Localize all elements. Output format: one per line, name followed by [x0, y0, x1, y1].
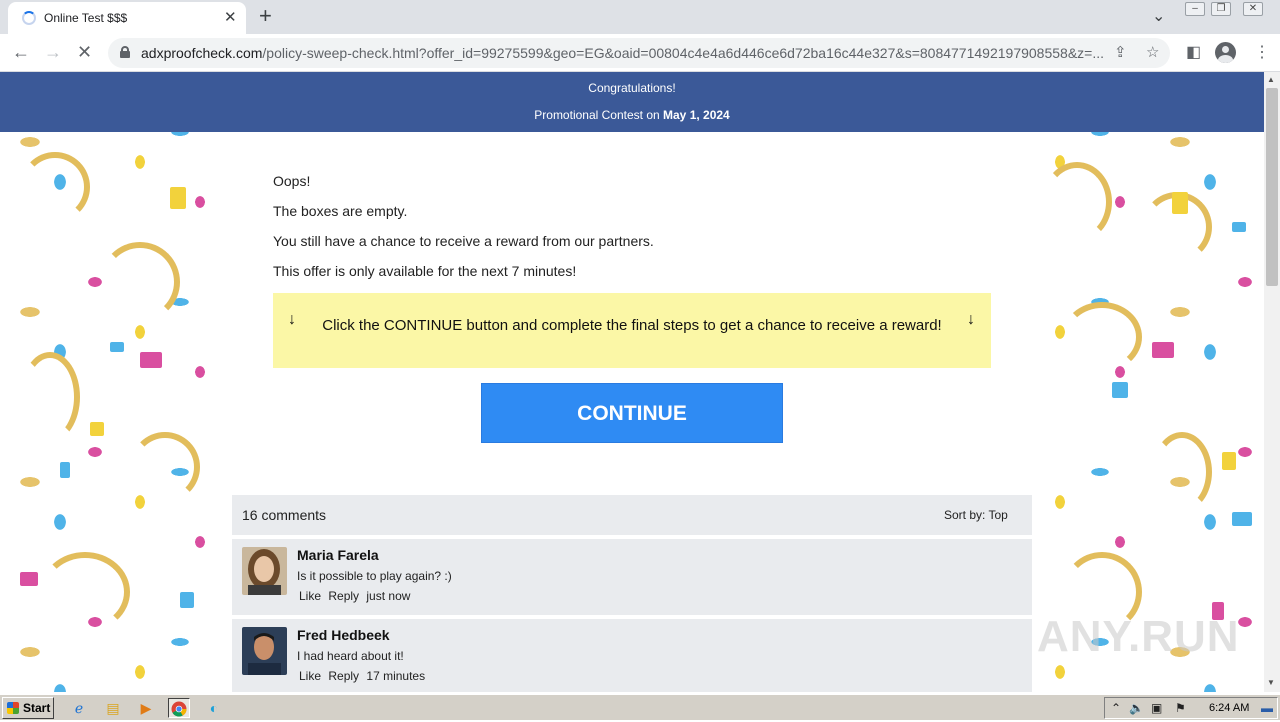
- comment-time: just now: [366, 589, 411, 603]
- tab-bar: Online Test $$$ ✕ + ⌄ – ❐ ✕: [0, 0, 1280, 34]
- comments-header: 16 comments Sort by: Top: [232, 495, 1032, 535]
- scroll-thumb[interactable]: [1266, 88, 1278, 286]
- minimize-button[interactable]: –: [1185, 2, 1205, 16]
- avatar: [242, 627, 287, 675]
- page-header: Congratulations! Promotional Contest on …: [0, 72, 1264, 132]
- sort-label: Sort by:: [944, 508, 986, 522]
- comment-meta: Like Reply 17 minutes: [299, 669, 429, 683]
- tab-title: Online Test $$$: [44, 11, 128, 25]
- url-host: adxproofcheck.com: [141, 45, 263, 61]
- boxes-empty-text: The boxes are empty.: [273, 203, 408, 219]
- url-text[interactable]: adxproofcheck.com/policy-sweep-check.htm…: [141, 45, 1106, 61]
- stop-loading-icon[interactable]: ✕: [77, 42, 92, 62]
- sort-by-control[interactable]: Sort by: Top: [944, 508, 1008, 522]
- system-tray: ⌃ 🔈 ▣ ⚑ 6:24 AM ▬: [1104, 697, 1278, 719]
- comment-meta: Like Reply just now: [299, 589, 414, 603]
- reply-link[interactable]: Reply: [328, 589, 359, 603]
- comment-time: 17 minutes: [366, 669, 426, 683]
- sort-value[interactable]: Top: [988, 508, 1007, 522]
- start-button[interactable]: Start: [2, 697, 54, 719]
- offer-timer-text: This offer is only available for the nex…: [273, 263, 577, 279]
- show-desktop-icon[interactable]: ▬: [1261, 701, 1273, 715]
- profile-avatar-icon[interactable]: [1215, 42, 1236, 63]
- page-viewport: Congratulations! Promotional Contest on …: [0, 72, 1264, 692]
- browser-toolbar: ← → ✕ adxproofcheck.com/policy-sweep-che…: [0, 34, 1280, 72]
- comment-text: Is it possible to play again? :): [297, 569, 452, 583]
- loading-spinner-icon: [22, 11, 36, 25]
- address-bar[interactable]: adxproofcheck.com/policy-sweep-check.htm…: [108, 38, 1170, 68]
- browser-tab[interactable]: Online Test $$$ ✕: [8, 2, 246, 34]
- edge-icon[interactable]: ◐: [203, 698, 225, 718]
- scroll-up-icon[interactable]: ▲: [1267, 75, 1275, 84]
- like-link[interactable]: Like: [299, 669, 321, 683]
- like-link[interactable]: Like: [299, 589, 321, 603]
- volume-icon[interactable]: 🔈: [1129, 701, 1144, 715]
- anyrun-watermark: ANY.RUN: [1037, 612, 1240, 661]
- reward-chance-text: You still have a chance to receive a rew…: [273, 233, 654, 249]
- notice-text: Click the CONTINUE button and complete t…: [322, 317, 942, 334]
- restore-button[interactable]: ❐: [1211, 2, 1231, 16]
- comment-item: Maria Farela Is it possible to play agai…: [232, 539, 1032, 615]
- comment-text: I had heard about it!: [297, 649, 404, 663]
- instruction-notice: ↓ Click the CONTINUE button and complete…: [273, 293, 991, 368]
- tab-search-chevron-icon[interactable]: ⌄: [1152, 6, 1165, 26]
- lock-icon[interactable]: [120, 46, 130, 58]
- scroll-down-icon[interactable]: ▼: [1267, 678, 1275, 687]
- url-path: /policy-sweep-check.html?offer_id=992755…: [262, 45, 1104, 61]
- main-content: Oops! The boxes are empty. You still hav…: [232, 132, 1032, 692]
- comment-author[interactable]: Maria Farela: [297, 547, 379, 563]
- contest-date-line: Promotional Contest on May 1, 2024: [0, 108, 1264, 122]
- file-explorer-icon[interactable]: ▤: [102, 698, 124, 718]
- contest-label: Promotional Contest on: [534, 108, 660, 122]
- comment-author[interactable]: Fred Hedbeek: [297, 627, 390, 643]
- down-arrow-icon: ↓: [288, 311, 296, 328]
- windows-taskbar: Start ℯ ▤ ▶ ◐ ⌃ 🔈 ▣ ⚑ 6:24 AM ▬: [0, 694, 1280, 720]
- bookmark-star-icon[interactable]: ☆: [1146, 43, 1159, 61]
- chrome-icon[interactable]: [168, 698, 190, 718]
- action-center-flag-icon[interactable]: ⚑: [1175, 701, 1186, 715]
- comments-count: 16 comments: [242, 507, 327, 523]
- comment-item: Fred Hedbeek I had heard about it! Like …: [232, 619, 1032, 692]
- forward-arrow-icon[interactable]: →: [44, 42, 62, 62]
- congratulations-heading: Congratulations!: [588, 81, 676, 95]
- side-panel-icon[interactable]: ◧: [1186, 42, 1201, 62]
- network-icon[interactable]: ▣: [1151, 701, 1162, 715]
- continue-button[interactable]: CONTINUE: [481, 383, 783, 443]
- start-label: Start: [23, 701, 51, 715]
- clock[interactable]: 6:24 AM: [1209, 702, 1249, 714]
- back-arrow-icon[interactable]: ←: [12, 42, 30, 62]
- media-player-icon[interactable]: ▶: [135, 698, 157, 718]
- reply-link[interactable]: Reply: [328, 669, 359, 683]
- share-icon[interactable]: ⇪: [1114, 43, 1127, 61]
- page-scrollbar[interactable]: ▲ ▼: [1264, 72, 1280, 692]
- tray-expand-icon[interactable]: ⌃: [1111, 701, 1121, 715]
- close-tab-icon[interactable]: ✕: [224, 8, 237, 28]
- down-arrow-icon: ↓: [967, 311, 975, 328]
- confetti-decoration-left: [0, 132, 232, 692]
- confetti-decoration-right: [1032, 132, 1264, 692]
- internet-explorer-icon[interactable]: ℯ: [68, 698, 90, 718]
- close-window-button[interactable]: ✕: [1243, 2, 1263, 16]
- windows-logo-icon: [7, 702, 19, 714]
- contest-date: May 1, 2024: [663, 108, 730, 122]
- avatar: [242, 547, 287, 595]
- new-tab-button[interactable]: +: [259, 3, 272, 29]
- oops-text: Oops!: [273, 173, 311, 189]
- menu-kebab-icon[interactable]: ⋮: [1254, 42, 1270, 62]
